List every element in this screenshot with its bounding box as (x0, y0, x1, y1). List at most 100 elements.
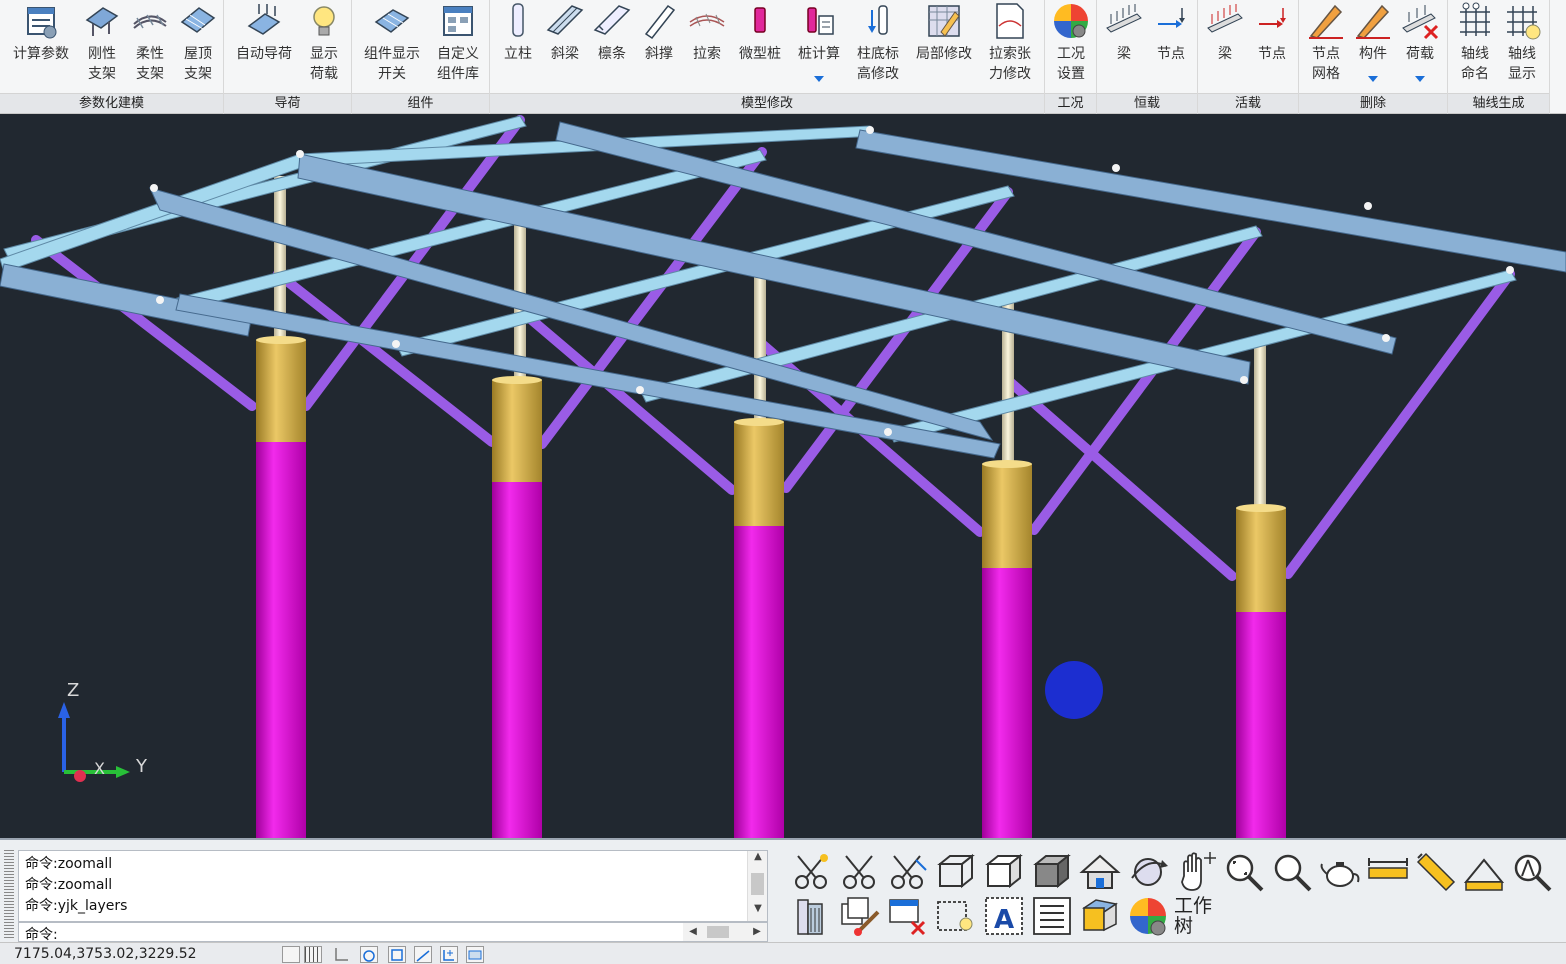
column-icon (512, 3, 524, 37)
ribbon-group-load-transfer: 自动导荷 显示 荷载 导荷 (224, 0, 352, 114)
local-modify-button[interactable]: 局部修改 (916, 0, 972, 92)
component-display-button[interactable]: 组件显示 开关 (364, 0, 420, 92)
scroll-thumb[interactable] (707, 926, 729, 938)
chevron-down-icon[interactable] (1415, 76, 1425, 82)
color-wheel-icon (1130, 898, 1166, 936)
building-view-button[interactable] (790, 894, 834, 938)
cut-tool-button[interactable] (838, 850, 882, 894)
wireframe-view-button[interactable] (934, 850, 978, 894)
rigid-bracket-icon (85, 7, 119, 36)
dead-node-button[interactable]: 节点 (1147, 0, 1195, 92)
export-cube-icon (1082, 899, 1118, 932)
load-case-button[interactable]: 工况 设置 (1047, 0, 1095, 92)
cursor-coordinates: 7175.04,3753.02,3229.52 (14, 946, 197, 962)
shaded-cube-icon (1033, 853, 1071, 889)
ribbon-group-model-modify: 立柱 斜梁 檩条 斜撑 拉索 微型桩 桩计算 柱底标 高修改 局部修改 拉索张 … (490, 0, 1045, 114)
scroll-left-icon[interactable]: ◀ (683, 923, 703, 941)
inclined-beam-icon (546, 5, 584, 35)
pile-calc-icon (807, 7, 834, 35)
area-ruler-icon (1463, 858, 1505, 891)
otrack-toggle-icon[interactable] (414, 946, 432, 963)
cable-button[interactable]: 拉索 (683, 0, 731, 92)
panel-grip-handle[interactable] (4, 850, 14, 940)
ribbon-group-load-case: 工况 设置 工况 (1045, 0, 1097, 114)
column-base-button[interactable]: 柱底标 高修改 (854, 0, 902, 92)
zoom-window-button[interactable] (1270, 850, 1314, 894)
hidden-view-button[interactable] (982, 850, 1026, 894)
scissors-icon (891, 855, 927, 889)
extend-tool-button[interactable] (886, 850, 930, 894)
zoom-extents-button[interactable] (1222, 850, 1266, 894)
pan-view-button[interactable] (1174, 850, 1218, 894)
chevron-down-icon[interactable] (814, 76, 824, 82)
snap-toggle-icon[interactable] (282, 946, 300, 963)
query-tool-button[interactable] (1510, 850, 1554, 894)
ribbon-group-label: 模型修改 (490, 93, 1044, 113)
axis-y-label: Y (135, 756, 148, 777)
select-box-button[interactable] (934, 894, 978, 938)
view-toolbar: A 工作 树 (788, 850, 1566, 942)
ribbon-group-label: 轴线生成 (1448, 93, 1549, 113)
custom-library-button[interactable]: 自定义 组件库 (434, 0, 482, 92)
grid-toggle-icon[interactable] (304, 946, 322, 963)
flexible-bracket-button[interactable]: 柔性 支架 (126, 0, 174, 92)
measure-angle-button[interactable] (1414, 850, 1458, 894)
delete-window-icon (889, 899, 926, 936)
cable-tension-button[interactable]: 拉索张 力修改 (986, 0, 1034, 92)
chevron-down-icon[interactable] (1368, 76, 1378, 82)
pv-bracket-3d-model[interactable]: Z X Y (0, 114, 1566, 838)
scroll-up-icon[interactable]: ▲ (748, 851, 768, 869)
export-model-button[interactable] (1078, 894, 1122, 938)
osnap-toggle-icon[interactable] (388, 946, 406, 963)
render-button[interactable] (1318, 850, 1362, 894)
ribbon-group-axis: 轴线 命名 轴线 显示 轴线生成 (1448, 0, 1550, 114)
text-tool-button[interactable]: A (982, 894, 1026, 938)
history-scrollbar[interactable]: ▲ ▼ (747, 851, 767, 921)
dead-beam-icon (1106, 4, 1142, 33)
calc-params-button[interactable]: 计算参数 (13, 0, 69, 92)
measure-distance-button[interactable] (1366, 850, 1410, 894)
text-icon: A (985, 897, 1023, 935)
input-hscrollbar[interactable]: ◀ ▶ (683, 923, 767, 941)
rigid-bracket-button[interactable]: 刚性 支架 (78, 0, 126, 92)
live-node-button[interactable]: 节点 (1248, 0, 1296, 92)
list-properties-button[interactable] (1030, 894, 1074, 938)
scroll-thumb[interactable] (751, 873, 764, 895)
axis-display-icon (1507, 6, 1541, 40)
delete-load-button[interactable]: 荷载 (1396, 0, 1444, 92)
ortho-toggle-icon[interactable] (334, 946, 352, 963)
ribbon-group-parametric: 计算参数 刚性 支架 柔性 支架 屋顶 支架 参数化建模 (0, 0, 224, 114)
delete-member-icon (1356, 4, 1390, 39)
dead-node-icon (1158, 8, 1185, 28)
trim-tool-button[interactable] (790, 850, 834, 894)
model-viewport[interactable]: Z X Y (0, 114, 1566, 838)
brace-button[interactable]: 斜撑 (635, 0, 683, 92)
live-node-icon (1259, 8, 1286, 28)
micro-pile-button[interactable]: 微型桩 (736, 0, 784, 92)
color-settings-button[interactable] (1126, 894, 1170, 938)
dynamic-input-icon[interactable] (466, 946, 484, 963)
scissors-icon (795, 854, 828, 889)
delete-layer-button[interactable] (886, 894, 930, 938)
layer-paint-button[interactable] (838, 894, 882, 938)
home-view-button[interactable] (1078, 850, 1122, 894)
scroll-right-icon[interactable]: ▶ (747, 923, 767, 941)
live-beam-icon (1207, 4, 1243, 33)
polar-toggle-icon[interactable] (360, 946, 378, 963)
measure-area-button[interactable] (1462, 850, 1506, 894)
orbit-view-button[interactable] (1126, 850, 1170, 894)
command-history-line: 命令:zoomall (25, 856, 113, 872)
show-load-button[interactable]: 显示 荷载 (300, 0, 348, 92)
ucs-toggle-icon[interactable] (440, 946, 458, 963)
work-tree-button[interactable]: 工作 树 (1172, 894, 1220, 938)
roof-bracket-button[interactable]: 屋顶 支架 (174, 0, 222, 92)
auto-load-button[interactable]: 自动导荷 (236, 0, 292, 92)
load-case-icon (1054, 4, 1088, 38)
selection-marker[interactable] (1045, 661, 1103, 719)
axis-display-button[interactable]: 轴线 显示 (1498, 0, 1546, 92)
shaded-view-button[interactable] (1030, 850, 1074, 894)
scroll-down-icon[interactable]: ▼ (748, 903, 768, 921)
command-input[interactable]: 命令: ◀ ▶ (18, 922, 768, 943)
pile-calc-button[interactable]: 桩计算 (795, 0, 843, 92)
home-icon (1079, 854, 1121, 889)
